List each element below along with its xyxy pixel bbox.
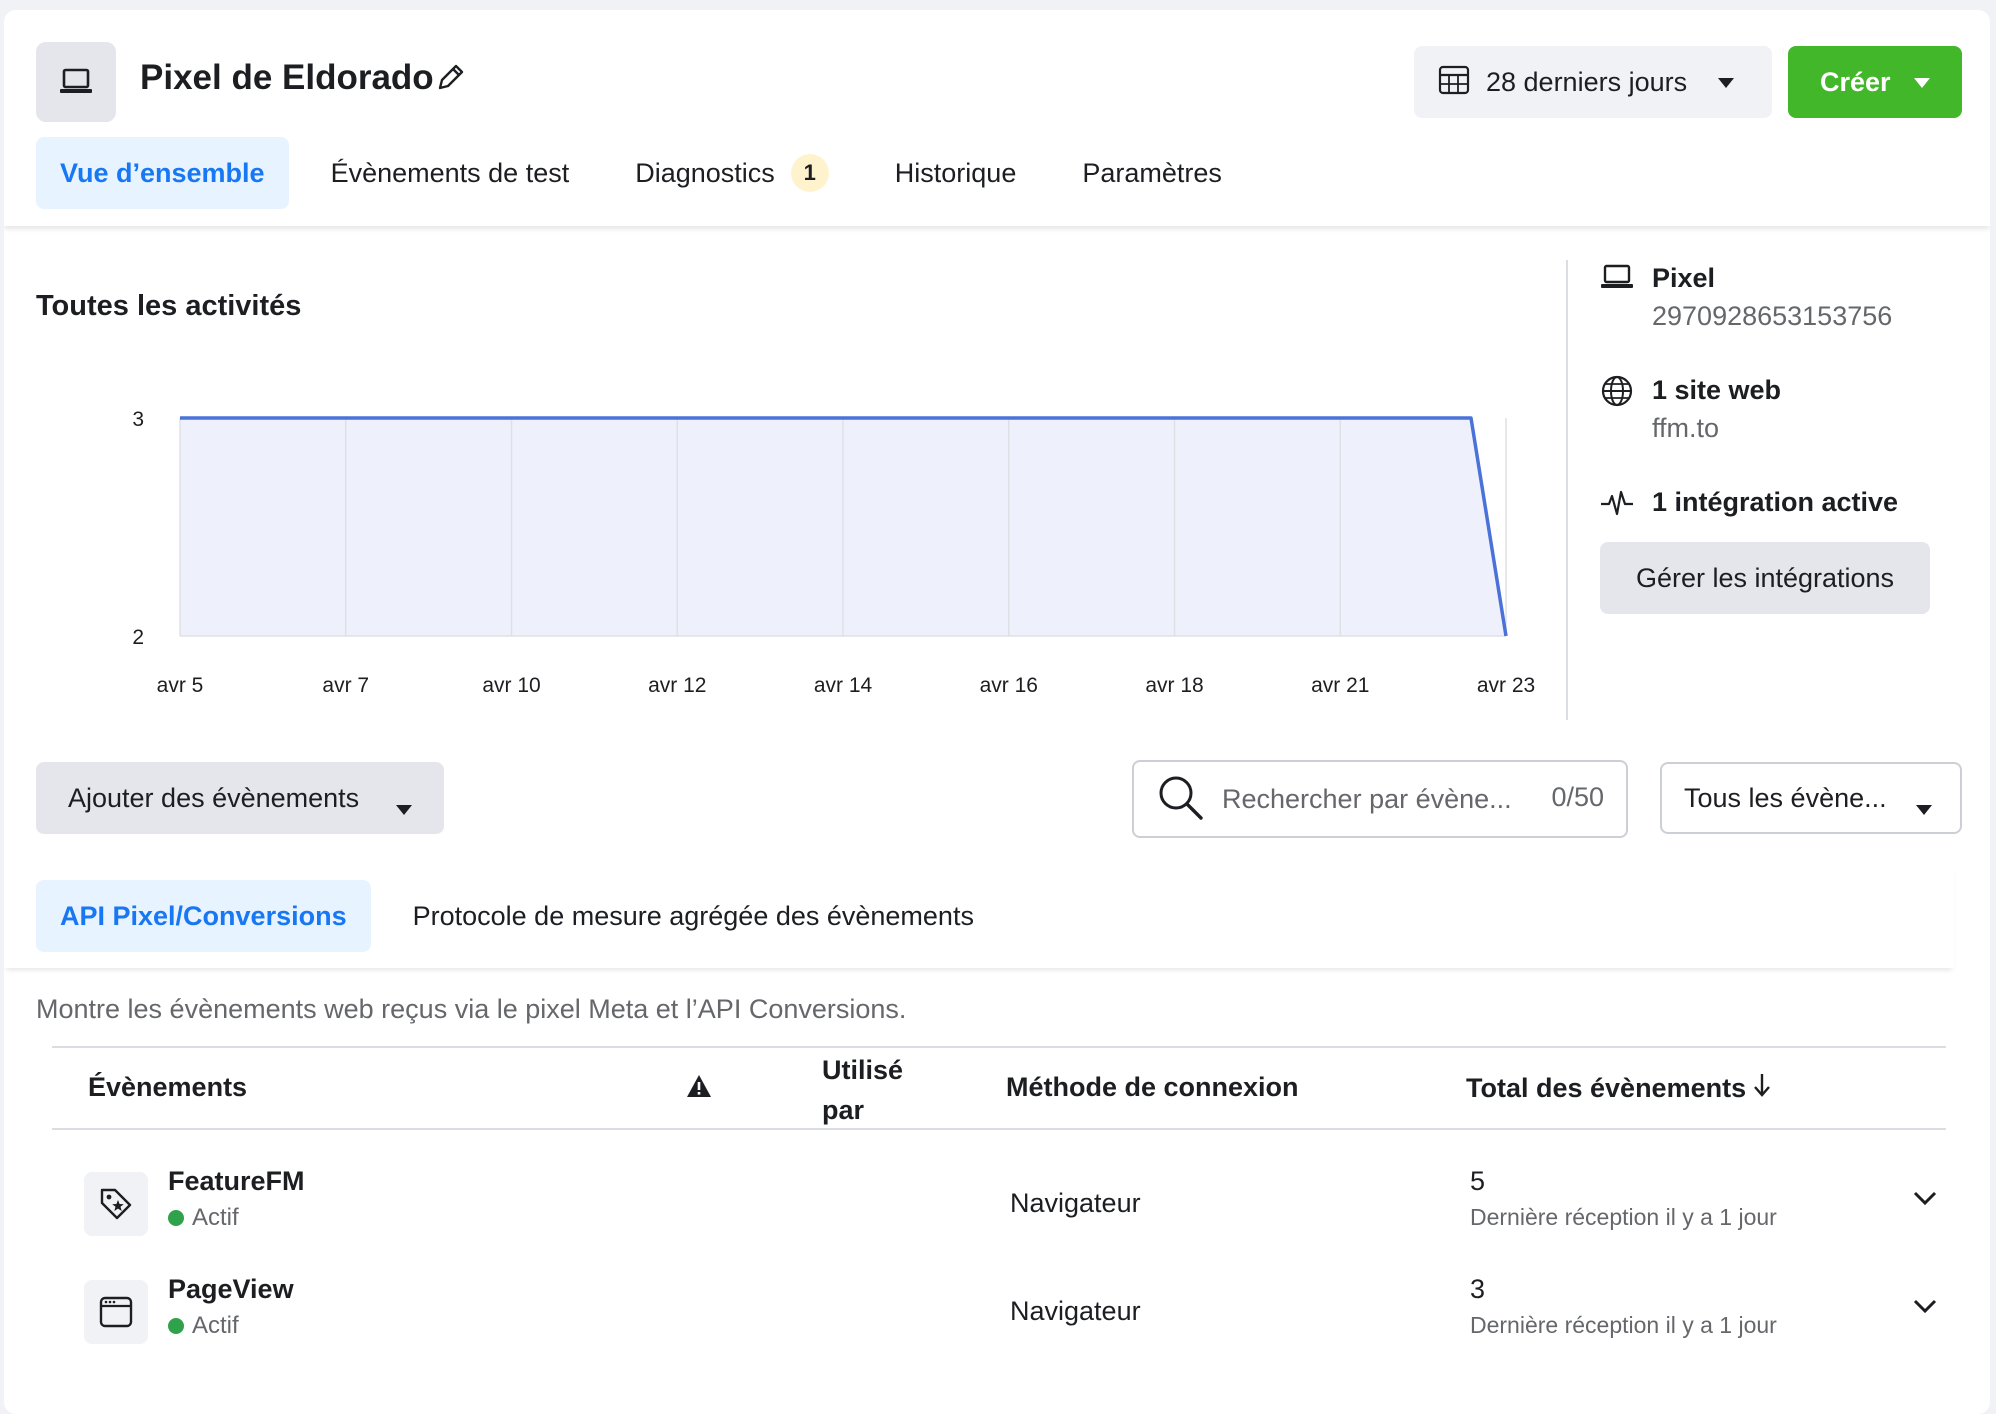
- page-title: Pixel de Eldorado: [140, 58, 434, 97]
- tab-test-events[interactable]: Évènements de test: [307, 137, 594, 209]
- event-last-received: Dernière réception il y a 1 jour: [1470, 1204, 1777, 1230]
- events-description: Montre les évènements web reçus via le p…: [36, 994, 907, 1024]
- event-search-input[interactable]: Rechercher par évène... 0/50: [1132, 760, 1628, 838]
- vertical-divider: [1566, 260, 1568, 720]
- sort-arrow-down-icon: [1752, 1072, 1772, 1105]
- tab-label: Protocole de mesure agrégée des évènemen…: [412, 900, 974, 931]
- event-status: Actif: [168, 1204, 239, 1232]
- pencil-edit-icon[interactable]: [434, 60, 468, 99]
- tab-aggregated-event-measurement[interactable]: Protocole de mesure agrégée des évènemen…: [389, 880, 998, 952]
- chart-y-tick-label: 3: [132, 408, 144, 431]
- tab-label: Diagnostics: [635, 157, 775, 188]
- tag-star-icon: [84, 1172, 148, 1236]
- table-row[interactable]: PageView Actif Navigateur 3 Dernière réc…: [52, 1268, 1946, 1374]
- site-count-label: 1 site web: [1652, 375, 1782, 405]
- caret-down-icon: [1912, 76, 1932, 94]
- events-table-header: Évènements Utilisé par Méthode de connex…: [52, 1046, 1946, 1130]
- event-status: Actif: [168, 1312, 239, 1340]
- chart-x-tick-label: avr 5: [157, 674, 204, 697]
- event-total: 3: [1470, 1274, 1486, 1304]
- header-total-events[interactable]: Total des évènements: [1466, 1072, 1772, 1105]
- pixel-overview-page: Pixel de Eldorado 28 derniers jours Crée…: [4, 10, 1990, 1414]
- sub-tabs-bar: API Pixel/Conversions Protocole de mesur…: [4, 868, 1954, 968]
- laptop-icon: [36, 42, 116, 122]
- event-total: 5: [1470, 1166, 1486, 1196]
- header-events: Évènements: [88, 1072, 248, 1102]
- create-label: Créer: [1820, 66, 1891, 97]
- status-dot: [168, 1210, 184, 1226]
- pixel-label: Pixel: [1652, 263, 1716, 293]
- browser-window-icon: [84, 1280, 148, 1344]
- caret-down-icon: [394, 792, 414, 823]
- create-button[interactable]: Créer: [1788, 46, 1962, 118]
- caret-down-icon: [1716, 76, 1736, 94]
- activity-chart: 2 3 avr 5 avr 7 avr 10 avr 12 avr 14 avr 16 avr …: [132, 408, 1535, 697]
- tab-label: Évènements de test: [330, 157, 570, 188]
- search-icon: [1156, 773, 1204, 826]
- integration-count-label: 1 intégration active: [1652, 487, 1899, 517]
- event-connection-method: Navigateur: [1010, 1188, 1141, 1218]
- event-connection-method: Navigateur: [1010, 1296, 1141, 1326]
- calendar-grid-icon: [1438, 65, 1470, 100]
- event-last-received: Dernière réception il y a 1 jour: [1470, 1312, 1777, 1338]
- tab-history[interactable]: Historique: [871, 137, 1041, 209]
- chart-x-tick-label: avr 10: [482, 674, 540, 697]
- header-used-by-line1: Utilisé: [822, 1055, 904, 1085]
- laptop-icon: [1600, 262, 1634, 296]
- chevron-down-icon[interactable]: [1912, 1190, 1938, 1211]
- event-name: PageView: [168, 1274, 294, 1304]
- activity-chart-title: Toutes les activités: [36, 290, 302, 322]
- chart-x-tick-label: avr 16: [980, 674, 1038, 697]
- event-name: FeatureFM: [168, 1166, 305, 1196]
- warning-triangle-icon: [686, 1074, 712, 1105]
- chevron-down-icon[interactable]: [1912, 1298, 1938, 1319]
- chart-x-tick-label: avr 7: [322, 674, 369, 697]
- add-events-dropdown[interactable]: Ajouter des évènements: [36, 762, 444, 834]
- tab-settings[interactable]: Paramètres: [1058, 137, 1246, 209]
- activity-pulse-icon: [1600, 486, 1634, 520]
- chart-x-tick-label: avr 14: [814, 674, 873, 697]
- search-placeholder: Rechercher par évène...: [1222, 783, 1512, 814]
- tab-label: Historique: [894, 157, 1017, 188]
- pixel-info: Pixel 2970928653153756: [1600, 260, 1892, 336]
- date-range-dropdown[interactable]: 28 derniers jours: [1414, 46, 1772, 118]
- diagnostics-count-badge: 1: [790, 154, 829, 192]
- website-info: 1 site web ffm.to: [1600, 372, 1781, 448]
- date-range-label: 28 derniers jours: [1486, 66, 1688, 97]
- tab-overview[interactable]: Vue d’ensemble: [36, 137, 289, 209]
- integration-info: 1 intégration active: [1600, 484, 1898, 520]
- add-events-label: Ajouter des évènements: [68, 782, 360, 813]
- event-filter-dropdown[interactable]: Tous les évène...: [1660, 762, 1962, 834]
- site-url: ffm.to: [1652, 413, 1720, 443]
- manage-integrations-button[interactable]: Gérer les intégrations: [1600, 542, 1930, 614]
- caret-down-icon: [1914, 792, 1934, 823]
- chart-x-tick-label: avr 21: [1311, 674, 1369, 697]
- tab-label: Vue d’ensemble: [60, 157, 265, 188]
- header-used-by: Utilisé par: [822, 1050, 903, 1130]
- pixel-id: 2970928653153756: [1652, 301, 1893, 331]
- table-row[interactable]: FeatureFM Actif Navigateur 5 Dernière ré…: [52, 1160, 1946, 1266]
- chart-x-tick-label: avr 18: [1145, 674, 1203, 697]
- sub-tabs: API Pixel/Conversions Protocole de mesur…: [36, 880, 1016, 952]
- chart-x-tick-label: avr 12: [648, 674, 706, 697]
- event-status-label: Actif: [192, 1204, 239, 1231]
- page-header: Pixel de Eldorado 28 derniers jours Crée…: [4, 10, 1990, 226]
- event-status-label: Actif: [192, 1312, 239, 1339]
- filter-label: Tous les évène...: [1684, 782, 1887, 813]
- main-tabs: Vue d’ensemble Évènements de test Diagno…: [36, 137, 1264, 209]
- tab-diagnostics[interactable]: Diagnostics 1: [611, 137, 853, 209]
- header-connection-method: Méthode de connexion: [1006, 1072, 1299, 1102]
- header-total-label: Total des évènements: [1466, 1073, 1747, 1103]
- globe-icon: [1600, 374, 1634, 408]
- tab-pixel-conversions-api[interactable]: API Pixel/Conversions: [36, 880, 371, 952]
- chart-x-tick-label: avr 23: [1477, 674, 1535, 697]
- chart-y-tick-label: 2: [132, 626, 144, 649]
- tab-label: API Pixel/Conversions: [60, 900, 347, 931]
- search-counter: 0/50: [1551, 782, 1604, 812]
- status-dot: [168, 1318, 184, 1334]
- tab-label: Paramètres: [1082, 157, 1222, 188]
- header-used-by-line2: par: [822, 1095, 865, 1125]
